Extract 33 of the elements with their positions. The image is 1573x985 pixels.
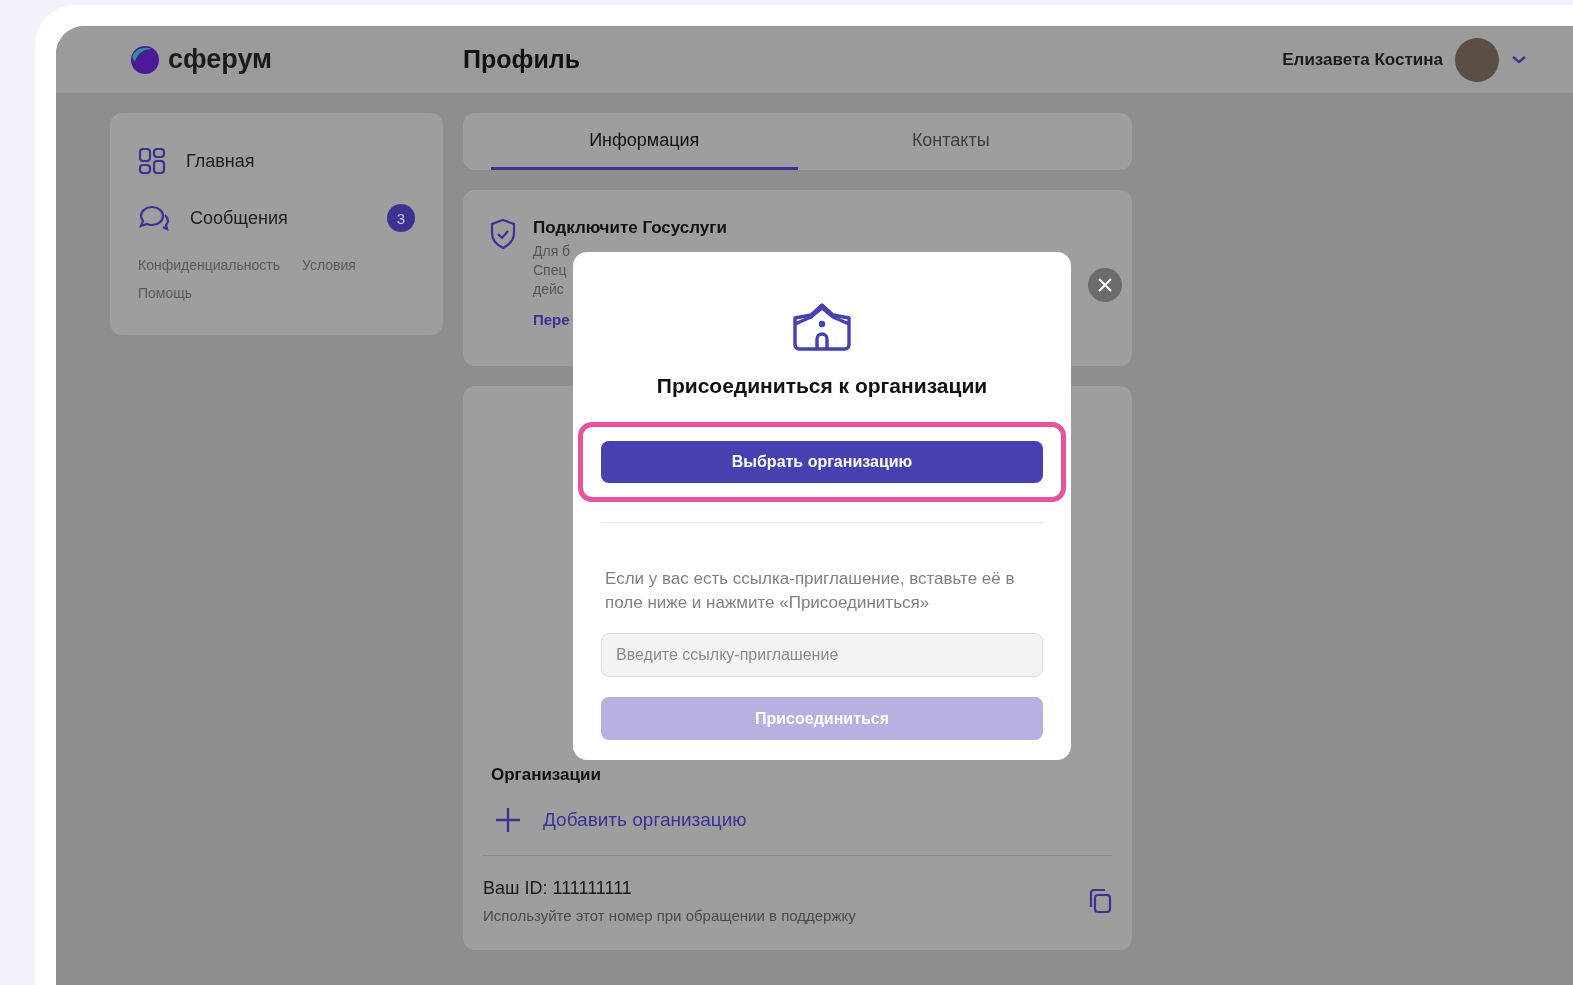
user-id: Ваш ID: 111111111: [483, 878, 633, 899]
invite-hint: Если у вас есть ссылка-приглашение, вставьте её в поле ниже и нажмите «Присоединиться»: [604, 568, 1016, 614]
card-title: Подключите Госуслуги: [533, 218, 727, 238]
building-icon: [792, 302, 852, 352]
sidebar-item[interactable]: Главная: [186, 150, 255, 172]
copy-icon[interactable]: [1088, 888, 1112, 914]
sidebar-item[interactable]: Сообщения: [190, 207, 288, 229]
logo-text: сферум: [168, 44, 273, 75]
id-hint: Используйте этот номер при обращении в поддержку: [483, 907, 856, 924]
unread-count: 3: [387, 204, 415, 232]
footer-link[interactable]: Условия: [302, 257, 356, 273]
footer-link[interactable]: Конфиденциальность: [138, 257, 280, 273]
add-organization-link[interactable]: Добавить организацию: [543, 809, 747, 831]
grid-icon: [138, 147, 166, 175]
sphere-logo-icon: [130, 44, 160, 75]
tab[interactable]: Контакты: [797, 113, 1104, 170]
plus-icon[interactable]: [495, 807, 521, 833]
footer-link[interactable]: Помощь: [138, 285, 193, 301]
card-text: Спец: [533, 261, 568, 280]
tab[interactable]: Информация: [491, 113, 798, 170]
page-title: Профиль: [463, 45, 580, 74]
shield-check-icon: [489, 218, 517, 250]
choose-organization-button[interactable]: Выбрать организацию: [601, 441, 1043, 483]
avatar[interactable]: [1455, 37, 1499, 82]
chevron-down-icon[interactable]: [1511, 54, 1527, 65]
dialog-title: Присоединиться к организации: [656, 374, 988, 398]
section-heading: Организации: [491, 765, 602, 785]
card-text: Для б: [533, 242, 572, 261]
close-icon: [1098, 278, 1112, 292]
user-name: Елизавета Костина: [1282, 49, 1443, 70]
chat-bubbles-icon: [138, 204, 170, 232]
invite-link-field[interactable]: Введите ссылку-приглашение: [601, 633, 1043, 677]
card-text: дейс: [533, 280, 565, 299]
